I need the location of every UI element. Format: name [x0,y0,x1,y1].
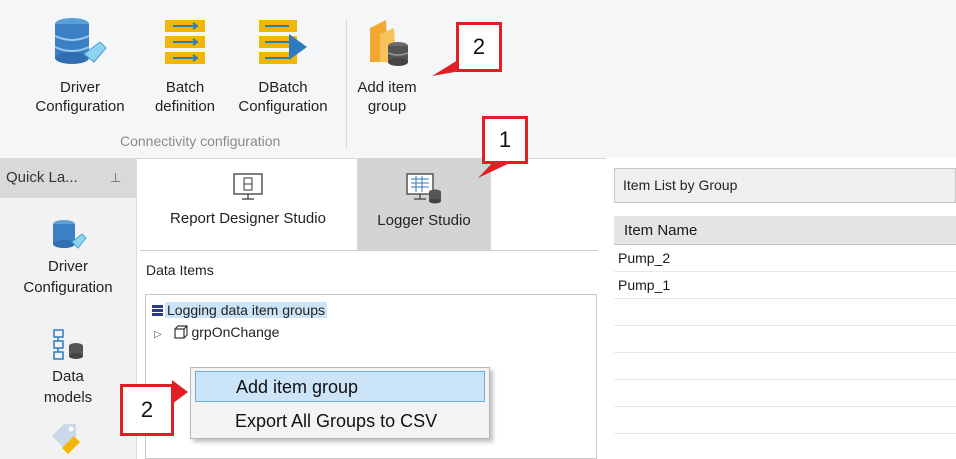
callout-step-2-menu: 2 [120,384,174,436]
callout-step-2-ribbon: 2 [456,22,502,72]
callout-step-1: 1 [482,116,528,164]
